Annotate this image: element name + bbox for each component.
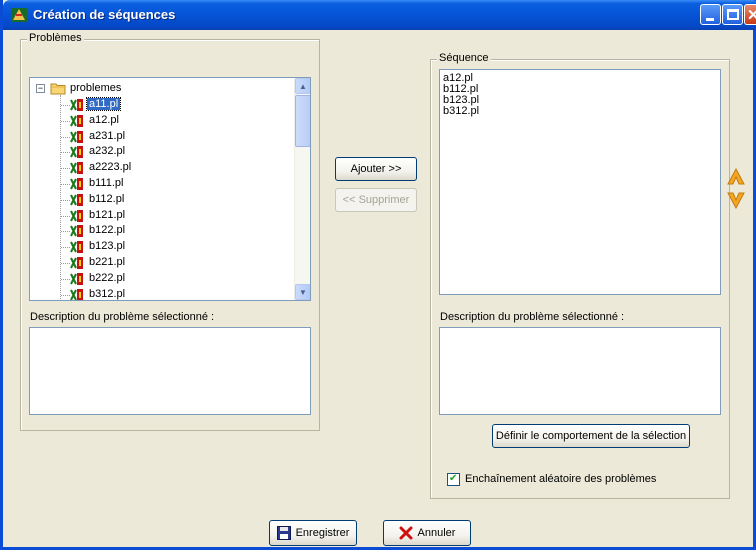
left-description-label: Description du problème sélectionné : — [30, 311, 215, 323]
random-sequence-checkbox[interactable]: ✔ — [447, 473, 460, 486]
sequence-list[interactable]: a12.pl b112.pl b123.pl b312.pl — [439, 69, 721, 295]
tree-connector — [61, 215, 70, 217]
tree-item-label: a231.pl — [89, 129, 126, 142]
tree-item-label: a12.pl — [89, 113, 119, 126]
floppy-disk-icon — [276, 526, 291, 540]
problem-file-icon — [70, 99, 83, 111]
tree-item-label: b222.pl — [89, 271, 126, 284]
tree-connector — [61, 247, 70, 249]
arrow-up-icon[interactable] — [727, 168, 745, 186]
tree-connector — [61, 105, 70, 106]
tree-item-label: b121.pl — [89, 208, 126, 221]
tree-item-label: b112.pl — [89, 192, 125, 205]
tree-item-label: b123.pl — [89, 240, 126, 253]
main-window: Création de séquences ✕ Problèmes − prob… — [0, 0, 756, 550]
problem-file-icon — [70, 146, 83, 159]
tree-root-label[interactable]: problemes — [68, 82, 123, 94]
tree-item[interactable]: b222.pl — [30, 271, 260, 287]
tree-item-label: b122.pl — [89, 224, 126, 237]
chevron-up-icon: ▲ — [299, 81, 307, 91]
problem-file-icon — [70, 272, 83, 285]
tree-item[interactable]: b312.pl — [30, 287, 260, 300]
right-description-box[interactable] — [439, 327, 721, 415]
left-description-box[interactable] — [29, 327, 311, 415]
tree-item[interactable]: a2223.pl — [30, 160, 260, 176]
tree-item[interactable]: b122.pl — [30, 223, 260, 239]
title-bar[interactable]: Création de séquences ✕ — [3, 0, 756, 30]
tree-item-label: a2223.pl — [89, 161, 132, 174]
problem-file-icon — [70, 288, 83, 300]
problem-file-icon — [70, 178, 83, 190]
problems-tree[interactable]: − problemes a11.pl a12.pl a231.pl a232.pl a2… — [29, 77, 311, 301]
minimize-button[interactable] — [700, 4, 721, 25]
tree-item[interactable]: b221.pl — [30, 255, 260, 271]
random-sequence-label: Enchaînement aléatoire des problèmes — [465, 473, 657, 485]
tree-item[interactable]: a12.pl — [30, 113, 260, 129]
maximize-icon — [727, 9, 739, 20]
scroll-down-button[interactable]: ▼ — [295, 284, 310, 300]
checkmark-icon: ✔ — [449, 473, 458, 484]
tree-item[interactable]: b111.pl — [30, 176, 260, 192]
close-button[interactable]: ✕ — [744, 4, 756, 25]
problem-file-icon — [70, 225, 83, 238]
problem-file-icon — [70, 130, 83, 143]
tree-connector — [61, 152, 70, 154]
problem-file-icon — [70, 114, 83, 127]
tree-scrollbar[interactable]: ▲ ▼ — [294, 78, 310, 300]
maximize-button[interactable] — [722, 4, 743, 25]
tree-item[interactable]: a232.pl — [30, 144, 260, 160]
app-logo-icon — [11, 8, 27, 22]
tree-connector — [61, 199, 70, 201]
random-sequence-checkbox-row[interactable]: ✔ Enchaînement aléatoire des problèmes — [447, 472, 707, 488]
problem-file-icon — [70, 193, 83, 206]
tree-item-label: b312.pl — [89, 287, 126, 300]
problem-file-icon — [70, 241, 83, 254]
tree-item-label: a232.pl — [89, 145, 126, 158]
tree-item[interactable]: b123.pl — [30, 239, 260, 255]
sequence-group-legend: Séquence — [437, 52, 491, 64]
tree-item[interactable]: b121.pl — [30, 208, 260, 224]
remove-button[interactable]: << Supprimer — [335, 188, 417, 212]
chevron-down-icon: ▼ — [299, 287, 307, 297]
tree-connector — [61, 184, 70, 185]
tree-item[interactable]: b112.pl — [30, 192, 260, 208]
tree-item-label: a11.pl — [85, 97, 122, 111]
red-x-icon — [399, 526, 413, 540]
add-button[interactable]: Ajouter >> — [335, 157, 417, 181]
scroll-thumb[interactable] — [295, 95, 310, 147]
tree-connector — [61, 168, 70, 170]
tree-connector — [61, 136, 70, 138]
save-button[interactable]: Enregistrer — [269, 520, 357, 546]
minimize-icon — [706, 18, 714, 21]
define-behavior-button[interactable]: Définir le comportement de la sélection — [492, 424, 690, 448]
problem-file-icon — [70, 162, 83, 175]
problems-group-legend: Problèmes — [27, 32, 84, 44]
tree-connector — [61, 263, 70, 264]
cancel-button[interactable]: Annuler — [383, 520, 471, 546]
arrow-down-icon[interactable] — [727, 191, 745, 209]
tree-item-label: b111.pl — [89, 177, 124, 189]
problem-file-icon — [70, 257, 83, 269]
tree-connector — [61, 294, 70, 296]
tree-item[interactable]: a11.pl — [30, 97, 260, 113]
problem-file-icon — [70, 209, 83, 222]
scroll-up-button[interactable]: ▲ — [295, 78, 310, 94]
tree-item[interactable]: a231.pl — [30, 129, 260, 145]
right-description-label: Description du problème sélectionné : — [440, 311, 625, 323]
tree-connector — [61, 231, 70, 233]
close-icon: ✕ — [747, 7, 756, 24]
tree-connector — [61, 278, 70, 280]
sequence-item[interactable]: b312.pl — [443, 105, 479, 117]
folder-icon — [50, 83, 66, 95]
tree-root-expander[interactable]: − — [36, 84, 45, 93]
tree-connector — [61, 120, 70, 122]
tree-item-label: b221.pl — [89, 256, 126, 268]
window-title: Création de séquences — [33, 7, 176, 22]
